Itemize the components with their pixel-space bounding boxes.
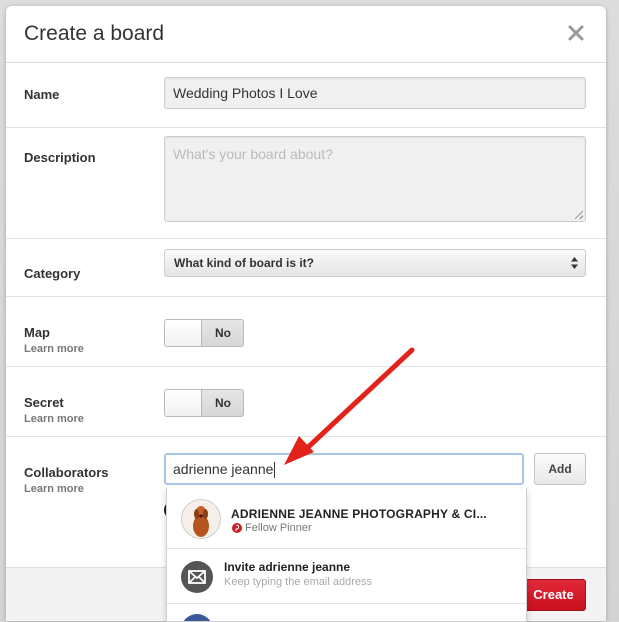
avatar [181,499,221,539]
toggle-knob [165,320,202,346]
suggestion-item[interactable]: ADRIENNE JEANNE PHOTOGRAPHY & CI... Fell… [167,488,526,549]
text-caret [274,462,275,478]
category-label: Category [24,266,80,281]
resize-grip-icon[interactable] [575,211,583,219]
suggestion-title: Invite adrienne jeanne [224,560,350,574]
dog-photo-icon [182,500,220,538]
suggestion-subtitle: Keep typing the email address [224,576,372,588]
create-button[interactable]: Create [521,579,586,611]
name-label: Name [24,87,59,102]
add-collaborator-button[interactable]: Add [534,453,586,485]
suggestion-subtitle: Fellow Pinner [245,522,312,534]
map-label: Map [24,325,50,340]
name-row: Name Wedding Photos I Love [6,63,606,128]
secret-row: Secret Learn more No [6,367,606,437]
secret-toggle[interactable]: No [164,389,244,417]
collaborators-learn-more-link[interactable]: Learn more [24,483,84,495]
description-row: Description What's your board about? [6,128,606,239]
suggestion-item[interactable] [167,604,526,622]
collaborator-suggestions: ADRIENNE JEANNE PHOTOGRAPHY & CI... Fell… [166,488,527,622]
category-select[interactable]: What kind of board is it? [164,249,586,277]
suggestion-item[interactable]: Invite adrienne jeanne Keep typing the e… [167,549,526,604]
select-arrows-icon [571,257,578,269]
map-learn-more-link[interactable]: Learn more [24,343,84,355]
mail-icon [181,561,213,593]
category-row: Category What kind of board is it? [6,239,606,297]
secret-toggle-value: No [215,396,231,410]
secret-learn-more-link[interactable]: Learn more [24,413,84,425]
collaborators-input-value: adrienne jeanne [173,461,273,477]
description-label: Description [24,150,96,165]
close-icon[interactable] [566,23,586,43]
pinterest-icon [232,523,242,533]
dialog-header: Create a board [6,6,606,63]
collaborators-label: Collaborators [24,465,109,480]
description-textarea[interactable]: What's your board about? [164,136,586,222]
map-toggle-value: No [215,326,231,340]
secret-label: Secret [24,395,64,410]
map-row: Map Learn more No [6,297,606,367]
name-input[interactable]: Wedding Photos I Love [164,77,586,109]
category-selected-value: What kind of board is it? [174,256,314,270]
suggestion-title: ADRIENNE JEANNE PHOTOGRAPHY & CI... [231,507,487,521]
toggle-knob [165,390,202,416]
description-placeholder: What's your board about? [173,146,333,162]
map-toggle[interactable]: No [164,319,244,347]
collaborators-input[interactable]: adrienne jeanne [164,453,524,485]
dialog-title: Create a board [24,22,164,46]
